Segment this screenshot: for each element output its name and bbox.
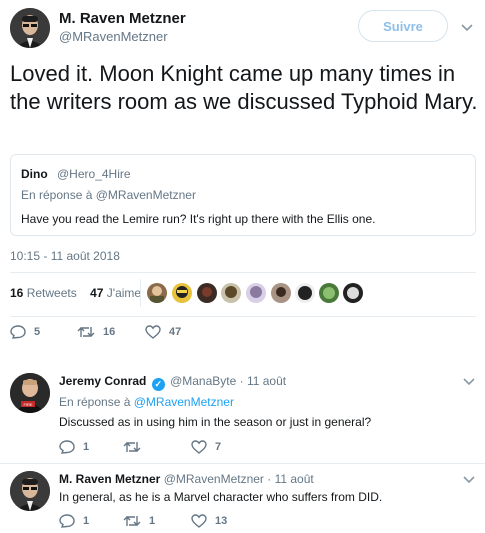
svg-text:FIRE: FIRE: [23, 402, 32, 407]
liker-avatar[interactable]: [319, 283, 339, 303]
reply-author-handle[interactable]: @ManaByte: [170, 374, 236, 388]
reply-button[interactable]: 1: [59, 514, 89, 528]
quoted-reply-context: En réponse à @MRavenMetzner: [21, 188, 196, 202]
divider: [10, 272, 476, 273]
reply-prefix: En réponse à: [21, 188, 93, 202]
reply-context: En réponse à @MRavenMetzner: [59, 395, 234, 409]
like-button[interactable]: 13: [191, 514, 227, 528]
tweet-text: Loved it. Moon Knight came up many times…: [10, 61, 478, 114]
tweet-timestamp[interactable]: 10:15 - 11 août 2018: [10, 249, 120, 263]
reply-count: 1: [83, 441, 90, 453]
like-button[interactable]: 47: [145, 325, 181, 339]
reply-author-avatar[interactable]: FIRE: [10, 373, 50, 413]
reply-icon: [10, 325, 26, 339]
quoted-tweet[interactable]: Dino @Hero_4Hire En réponse à @MRavenMet…: [10, 154, 476, 236]
author-avatar[interactable]: [10, 8, 50, 48]
author-handle[interactable]: @MRavenMetzner: [59, 29, 168, 44]
reply-author-avatar[interactable]: [10, 471, 50, 511]
like-count: 47: [169, 326, 182, 338]
divider: [140, 279, 141, 307]
reply-button[interactable]: 5: [10, 325, 40, 339]
reply-text: In general, as he is a Marvel character …: [59, 490, 383, 504]
reply-to-handle: @MRavenMetzner: [95, 188, 196, 202]
likes-stat[interactable]: 47 J'aime: [90, 286, 141, 300]
reply-count: 5: [34, 326, 41, 338]
liker-avatar[interactable]: [197, 283, 217, 303]
like-icon: [145, 325, 161, 339]
like-button[interactable]: 7: [191, 440, 221, 454]
like-count: 7: [215, 441, 222, 453]
liker-avatar[interactable]: [172, 283, 192, 303]
retweets-stat[interactable]: 16 Retweets: [10, 286, 77, 300]
engagement-stats: 16 Retweets 47 J'aime: [10, 286, 141, 300]
reply-prefix: En réponse à: [59, 395, 131, 409]
retweet-button[interactable]: 1: [123, 514, 155, 528]
liker-avatar[interactable]: [271, 283, 291, 303]
liker-avatar[interactable]: [295, 283, 315, 303]
retweet-count: 1: [149, 515, 156, 527]
retweet-icon: [123, 516, 141, 526]
reply-to-handle[interactable]: @MRavenMetzner: [134, 395, 234, 409]
reply-author-handle[interactable]: @MRavenMetzner: [164, 472, 264, 486]
retweet-icon: [123, 442, 141, 452]
divider: [0, 355, 485, 363]
liker-avatar[interactable]: [343, 283, 363, 303]
reply-date[interactable]: · 11 août: [267, 472, 313, 486]
quoted-tweet-text: Have you read the Lemire run? It's right…: [21, 212, 376, 226]
retweet-button[interactable]: [123, 440, 149, 454]
chevron-down-icon[interactable]: [459, 22, 475, 34]
divider: [10, 316, 476, 317]
like-icon: [191, 440, 207, 454]
reply-count: 1: [83, 515, 90, 527]
liker-avatar[interactable]: [246, 283, 266, 303]
follow-button[interactable]: Suivre: [358, 10, 448, 42]
author-name[interactable]: M. Raven Metzner: [59, 10, 186, 27]
reply-icon: [59, 514, 75, 528]
retweet-count: 16: [103, 326, 116, 338]
chevron-down-icon[interactable]: [461, 474, 477, 486]
quoted-author-handle: @Hero_4Hire: [57, 167, 131, 181]
reply-header: Jeremy Conrad ✓ @ManaByte · 11 août: [59, 374, 286, 391]
like-icon: [191, 514, 207, 528]
liker-avatar[interactable]: [147, 283, 167, 303]
reply-author-name[interactable]: Jeremy Conrad: [59, 374, 146, 388]
reply-button[interactable]: 1: [59, 440, 89, 454]
like-count: 13: [215, 515, 228, 527]
reply-text: Discussed as in using him in the season …: [59, 415, 372, 429]
quoted-author-name: Dino: [21, 167, 48, 181]
reply-header: M. Raven Metzner @MRavenMetzner · 11 aoû…: [59, 472, 314, 486]
reply-icon: [59, 440, 75, 454]
reply-author-name[interactable]: M. Raven Metzner: [59, 472, 160, 486]
reply-date[interactable]: · 11 août: [240, 374, 286, 388]
verified-icon: ✓: [151, 378, 165, 391]
chevron-down-icon[interactable]: [461, 376, 477, 388]
retweet-button[interactable]: 16: [77, 325, 115, 339]
liker-avatar[interactable]: [221, 283, 241, 303]
retweet-icon: [77, 327, 95, 337]
divider: [0, 463, 485, 464]
